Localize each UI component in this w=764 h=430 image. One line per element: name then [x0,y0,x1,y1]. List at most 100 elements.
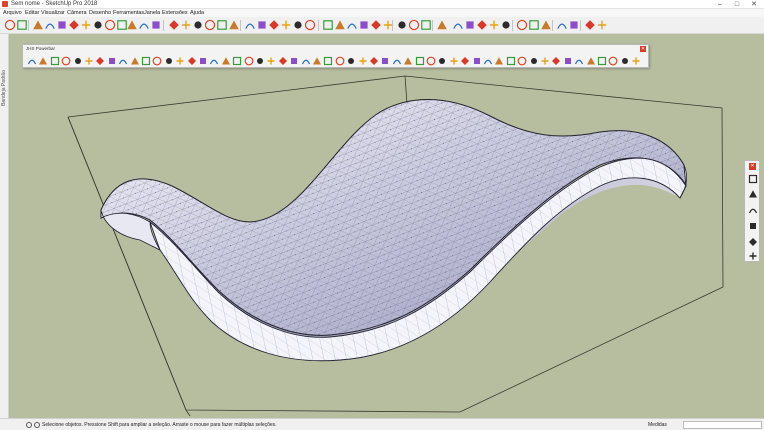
powerbar-tool-icon[interactable] [631,56,641,66]
model-viewport[interactable] [9,34,764,418]
sandbox-drape-icon[interactable] [476,19,488,31]
polygon-icon[interactable] [104,19,116,31]
pan-icon[interactable] [334,19,346,31]
menu-ferramentas[interactable]: Ferramentas [113,9,144,17]
minimize-button[interactable]: – [712,0,728,9]
powerbar-tool-icon[interactable] [403,56,413,66]
measurements-input[interactable] [683,421,762,429]
powerbar-tool-icon[interactable] [460,56,470,66]
powerbar-tool-icon[interactable] [278,56,288,66]
dimension-icon[interactable] [256,19,268,31]
extension-warehouse-icon[interactable] [568,19,580,31]
powerbar-tool-icon[interactable] [586,56,596,66]
two-point-arc-icon[interactable] [126,19,138,31]
powerbar-tool-icon[interactable] [392,56,402,66]
powerbar-tool-icon[interactable] [597,56,607,66]
sandbox-smoove-icon[interactable] [452,19,464,31]
section-plane-icon[interactable] [436,19,448,31]
look-around-icon[interactable] [420,19,432,31]
powerbar-tool-icon[interactable] [415,56,425,66]
powerbar-tool-icon[interactable] [232,56,242,66]
close-window-button[interactable]: ✕ [746,0,762,9]
menu-visualizar[interactable]: Visualizar [41,9,65,17]
protractor-icon[interactable] [268,19,280,31]
home-icon[interactable] [748,205,758,215]
offset-icon[interactable] [228,19,240,31]
powerbar-tool-icon[interactable] [141,56,151,66]
powerbar-tool-icon[interactable] [175,56,185,66]
tray-tool-1-icon[interactable] [748,174,758,184]
tray-label[interactable]: Bandeja Padrão [1,70,7,106]
powerbar-tool-icon[interactable] [73,56,83,66]
powerbar-tool-icon[interactable] [563,56,573,66]
powerbar-tool-icon[interactable] [95,56,105,66]
powerbar-tool-icon[interactable] [540,56,550,66]
powerbar-tool-icon[interactable] [346,56,356,66]
move-icon[interactable] [168,19,180,31]
powerbar-tool-icon[interactable] [209,56,219,66]
powerbar-tool-icon[interactable] [187,56,197,66]
circle-icon[interactable] [92,19,104,31]
palette-close-button[interactable]: ✕ [640,46,646,52]
paint-bucket-icon[interactable] [32,19,44,31]
powerbar-tool-icon[interactable] [61,56,71,66]
powerbar-tool-icon[interactable] [574,56,584,66]
credits-icon[interactable] [34,422,40,428]
eraser-icon[interactable] [16,19,28,31]
menu-arquivo[interactable]: Arquivo [3,9,22,17]
powerbar-tool-icon[interactable] [620,56,630,66]
shadows-icon[interactable] [528,19,540,31]
maximize-button[interactable]: □ [729,0,745,9]
menu-extensoes[interactable]: Extensões [162,9,188,17]
powerbar-tool-icon[interactable] [27,56,37,66]
powerbar-tool-icon[interactable] [608,56,618,66]
flip-edge-icon[interactable] [500,19,512,31]
powerbar-tool-icon[interactable] [449,56,459,66]
geo-location-icon[interactable] [26,422,32,428]
sandbox-stamp-icon[interactable] [464,19,476,31]
menu-desenho[interactable]: Desenho [89,9,111,17]
powerbar-tool-icon[interactable] [152,56,162,66]
powerbar-tool-icon[interactable] [472,56,482,66]
scale-icon[interactable] [216,19,228,31]
tray-tool-6-icon[interactable] [748,251,758,261]
zoom-extents-icon[interactable] [370,19,382,31]
tray-tool-4-icon[interactable] [748,221,758,231]
orbit-icon[interactable] [322,19,334,31]
powerbar-tool-icon[interactable] [517,56,527,66]
push-pull-icon[interactable] [180,19,192,31]
follow-me-icon[interactable] [204,19,216,31]
preferences-icon[interactable] [596,19,608,31]
freehand-icon[interactable] [56,19,68,31]
powerbar-tool-icon[interactable] [323,56,333,66]
zoom-icon[interactable] [346,19,358,31]
rectangle-icon[interactable] [68,19,80,31]
model-info-icon[interactable] [584,19,596,31]
powerbar-tool-icon[interactable] [551,56,561,66]
previous-view-icon[interactable] [382,19,394,31]
fog-icon[interactable] [540,19,552,31]
powerbar-tool-icon[interactable] [506,56,516,66]
menu-ajuda[interactable]: Ajuda [190,9,204,17]
powerbar-tool-icon[interactable] [437,56,447,66]
menu-camera[interactable]: Câmera [67,9,87,17]
walk-icon[interactable] [408,19,420,31]
3d-text-icon[interactable] [304,19,316,31]
powerbar-tool-icon[interactable] [118,56,128,66]
text-icon[interactable] [280,19,292,31]
powerbar-tool-icon[interactable] [266,56,276,66]
powerbar-tool-icon[interactable] [369,56,379,66]
warehouse-icon[interactable] [556,19,568,31]
powerbar-tool-icon[interactable] [255,56,265,66]
tray-tool-2-icon[interactable] [748,189,758,199]
powerbar-tool-icon[interactable] [426,56,436,66]
powerbar-tool-icon[interactable] [107,56,117,66]
house-outline-icon[interactable] [748,237,758,247]
powerbar-tool-icon[interactable] [50,56,60,66]
powerbar-tool-icon[interactable] [529,56,539,66]
add-detail-icon[interactable] [488,19,500,31]
powerbar-tool-icon[interactable] [84,56,94,66]
powerbar-tool-icon[interactable] [198,56,208,66]
rotated-rectangle-icon[interactable] [80,19,92,31]
pie-icon[interactable] [150,19,162,31]
